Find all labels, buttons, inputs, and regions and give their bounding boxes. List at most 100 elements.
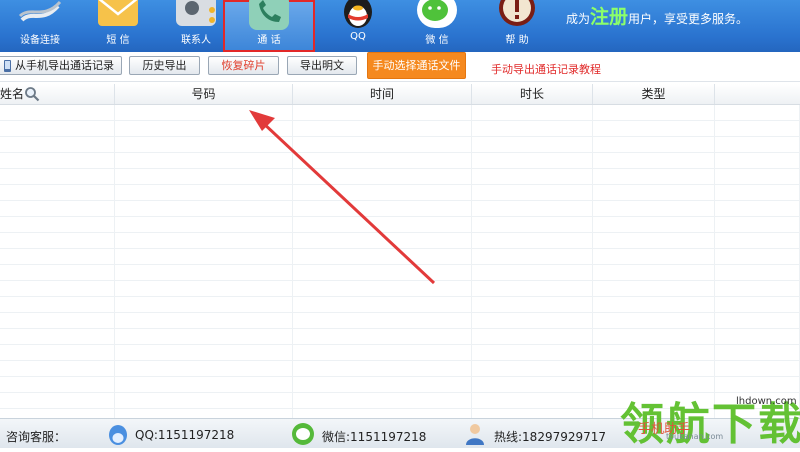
table-cell [715,105,800,121]
table-cell [715,249,800,265]
register-link[interactable]: 注册 [590,6,628,28]
tool-label: 帮 助 [505,35,529,46]
export-plaintext-button[interactable]: 导出明文 [287,56,357,75]
manual-export-tutorial-link[interactable]: 手动导出通话记录教程 [491,61,601,77]
table-cell [293,217,472,233]
table-cell [0,105,115,121]
table-cell [115,233,293,249]
table-cell [472,281,593,297]
table-cell [593,153,715,169]
tool-label: 短 信 [106,35,130,46]
table-row [0,105,800,121]
table-cell [0,233,115,249]
table-cell [715,185,800,201]
table-cell [0,201,115,217]
table-cell [0,313,115,329]
table-cell [0,185,115,201]
export-from-phone-button[interactable]: 从手机导出通话记录 [0,56,122,75]
table-cell [472,153,593,169]
hotline-contact[interactable]: 热线:18297929717 [494,428,606,445]
wechat-contact[interactable]: 微信:1151197218 [322,428,426,445]
table-row [0,313,800,329]
table-cell [715,201,800,217]
device-link-icon [18,0,62,30]
table-cell [472,361,593,377]
history-export-button[interactable]: 历史导出 [129,56,200,75]
table-cell [115,265,293,281]
table-cell [0,393,115,409]
hotline-agent-icon [463,421,487,448]
table-cell [472,169,593,185]
table-cell [115,329,293,345]
export-from-phone-label: 从手机导出通话记录 [15,59,114,72]
table-cell [293,121,472,137]
register-prefix: 成为 [566,12,591,26]
table-cell [293,153,472,169]
table-cell [593,313,715,329]
table-cell [472,105,593,121]
table-cell [593,185,715,201]
column-header-duration[interactable]: 时长 [472,84,593,104]
table-cell [115,121,293,137]
table-cell [0,137,115,153]
table-cell [472,393,593,409]
table-cell [472,233,593,249]
tool-calls[interactable]: 通 话 [223,0,315,52]
column-header-time[interactable]: 时间 [293,84,472,104]
recover-fragments-button[interactable]: 恢复碎片 [208,56,279,75]
table-row [0,121,800,137]
table-cell [472,185,593,201]
table-cell [293,137,472,153]
table-cell [593,137,715,153]
table-cell [472,265,593,281]
table-cell [0,217,115,233]
table-cell [0,377,115,393]
table-cell [293,361,472,377]
manual-select-file-button[interactable]: 手动选择通话文件 [367,52,466,79]
watermark-url: lhdown.com [736,396,797,407]
table-cell [0,329,115,345]
tool-device-link[interactable]: 设备连接 [0,0,80,48]
table-cell [293,201,472,217]
table-cell [115,249,293,265]
register-promo: 成为注册用户，享受更多服务。 [566,2,748,29]
column-header-type[interactable]: 类型 [593,84,715,104]
table-row [0,169,800,185]
table-cell [115,393,293,409]
table-row [0,249,800,265]
column-header-number[interactable]: 号码 [115,84,293,104]
tool-label: QQ [350,31,366,42]
table-cell [115,153,293,169]
table-cell [715,345,800,361]
table-cell [593,233,715,249]
sms-envelope-icon [96,0,140,30]
table-cell [0,361,115,377]
tool-wechat[interactable]: 微 信 [397,0,477,48]
table-cell [293,185,472,201]
table-cell [472,217,593,233]
table-row [0,297,800,313]
table-cell [472,409,593,418]
column-header-filler [715,84,800,104]
table-cell [593,265,715,281]
table-cell [593,345,715,361]
tool-label: 设备连接 [20,35,60,46]
table-cell [593,361,715,377]
column-header-name[interactable]: 姓名 [0,84,115,104]
tool-sms[interactable]: 短 信 [78,0,158,48]
table-cell [715,233,800,249]
tool-qq[interactable]: QQ [318,0,398,48]
table-cell [715,121,800,137]
table-cell [293,105,472,121]
table-cell [472,313,593,329]
table-cell [0,169,115,185]
table-cell [0,345,115,361]
wechat-icon [415,0,459,30]
table-cell [593,121,715,137]
table-cell [472,201,593,217]
table-cell [0,281,115,297]
tool-help[interactable]: 帮 助 [477,0,557,48]
qq-contact[interactable]: QQ:1151197218 [135,428,234,442]
table-cell [293,393,472,409]
column-name-label: 姓名 [0,87,25,101]
